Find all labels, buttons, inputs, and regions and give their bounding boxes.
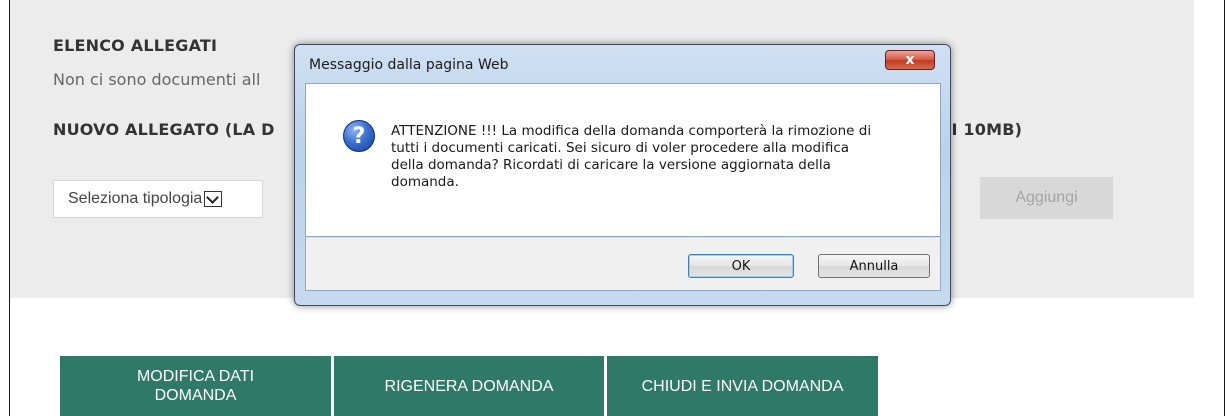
close-send-button-label: CHIUDI E INVIA DOMANDA — [641, 377, 844, 395]
dialog-message: ATTENZIONE !!! La modifica della domanda… — [391, 123, 921, 191]
chevron-down-icon[interactable] — [204, 191, 223, 207]
dialog-body: ? ATTENZIONE !!! La modifica della doman… — [305, 83, 941, 237]
ok-button[interactable]: OK — [688, 254, 794, 278]
modify-data-button[interactable]: MODIFICA DATI DOMANDA — [60, 356, 331, 416]
message-line: ATTENZIONE !!! La modifica della domanda… — [391, 123, 872, 139]
new-attachment-title: NUOVO ALLEGATO (LA D — [53, 120, 275, 139]
type-select-value: Seleziona tipologia — [68, 190, 203, 207]
type-select[interactable]: Seleziona tipologia — [53, 180, 263, 218]
confirm-dialog: Messaggio dalla pagina Web x ? ATTENZION… — [294, 44, 951, 306]
attachments-list-title: ELENCO ALLEGATI — [53, 36, 218, 55]
add-button[interactable]: Aggiungi — [980, 177, 1113, 219]
dialog-footer: OK Annulla — [305, 237, 941, 291]
cancel-button[interactable]: Annulla — [818, 254, 930, 278]
close-button[interactable]: x — [885, 50, 935, 70]
dialog-title: Messaggio dalla pagina Web — [309, 57, 509, 73]
close-icon: x — [905, 52, 915, 68]
regenerate-button-label: RIGENERA DOMANDA — [384, 377, 554, 395]
modify-data-button-label: MODIFICA DATI DOMANDA — [136, 368, 255, 404]
message-line: della domanda? Ricordati di caricare la … — [391, 157, 831, 173]
no-documents-text: Non ci sono documenti all — [53, 70, 261, 89]
question-icon: ? — [343, 120, 375, 152]
message-line: tutti i documenti caricati. Sei sicuro d… — [391, 140, 850, 156]
message-line: domanda. — [391, 174, 459, 190]
close-send-button[interactable]: CHIUDI E INVIA DOMANDA — [607, 356, 878, 416]
regenerate-button[interactable]: RIGENERA DOMANDA — [334, 356, 604, 416]
